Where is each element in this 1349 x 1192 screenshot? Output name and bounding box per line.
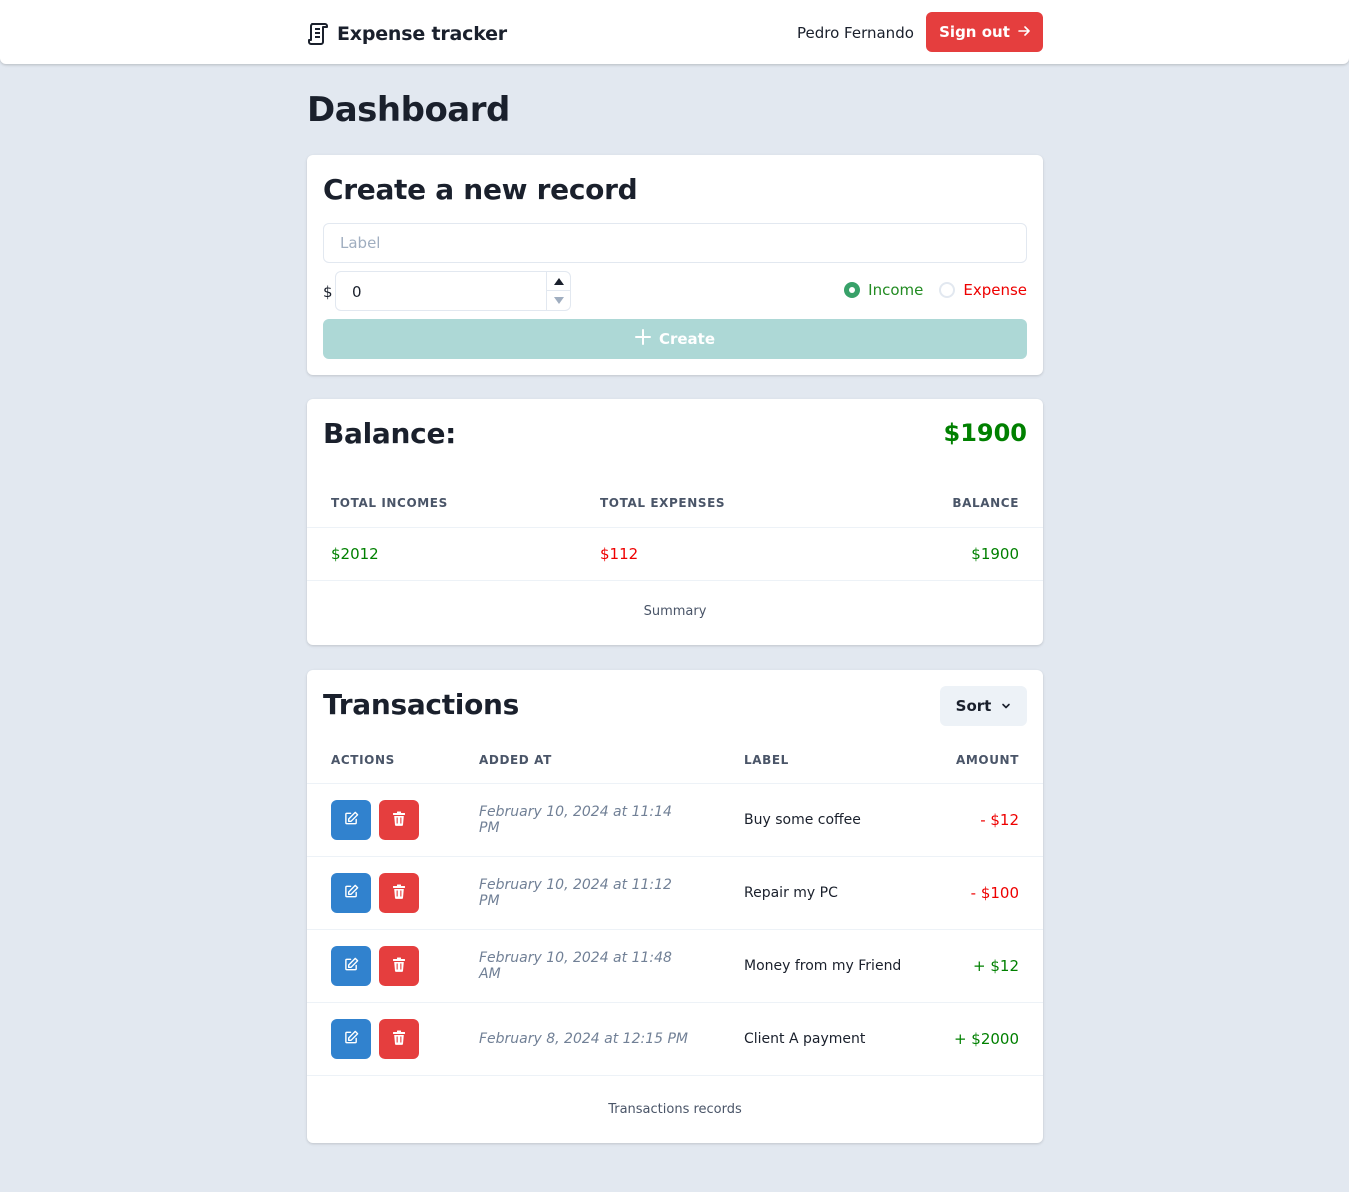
triangle-up-icon	[554, 277, 564, 285]
header-actions: Actions	[307, 738, 455, 784]
top-navbar: Expense tracker Pedro Fernando Sign out	[0, 0, 1349, 64]
amount-input[interactable]: 0	[335, 271, 571, 311]
balance-value: $1900	[943, 419, 1028, 447]
transactions-card: Transactions Sort Actions Added at Label…	[307, 670, 1043, 1143]
header-total-expenses: Total expenses	[576, 479, 857, 528]
header-added-at: Added at	[455, 738, 720, 784]
expense-radio-label[interactable]: Expense	[963, 281, 1027, 299]
page-title: Dashboard	[307, 90, 510, 130]
balance-card: Balance: $1900 Total incomes Total expen…	[307, 399, 1043, 645]
summary-table: Total incomes Total expenses Balance $20…	[307, 479, 1043, 581]
edit-button[interactable]	[331, 872, 371, 913]
record-type-radio-group: Income Expense	[844, 281, 1027, 299]
summary-balance-value: $1900	[856, 527, 1043, 581]
transaction-label: Client A payment	[720, 1002, 929, 1076]
delete-button[interactable]	[379, 799, 419, 840]
sign-out-label: Sign out	[939, 23, 1010, 41]
transaction-amount: + $12	[928, 929, 1043, 1003]
header-label: Label	[720, 738, 929, 784]
create-record-title: Create a new record	[323, 173, 638, 206]
plus-icon	[634, 329, 651, 349]
added-at: February 10, 2024 at 11:12 PM	[455, 856, 720, 930]
sort-menu-button[interactable]: Sort	[940, 686, 1027, 726]
transaction-label: Buy some coffee	[720, 783, 929, 857]
added-at: February 10, 2024 at 11:14 PM	[455, 783, 720, 857]
summary-header-row: Total incomes Total expenses Balance	[307, 479, 1043, 528]
delete-button[interactable]	[379, 872, 419, 913]
triangle-down-icon	[554, 297, 564, 304]
row-actions	[331, 784, 431, 856]
table-row: February 10, 2024 at 11:14 PM Buy some c…	[307, 783, 1043, 857]
row-actions	[331, 857, 431, 929]
transactions-header-row: Actions Added at Label Amount	[307, 738, 1043, 784]
amount-value: 0	[352, 283, 362, 301]
edit-icon	[344, 957, 359, 975]
balance-title: Balance:	[323, 417, 457, 450]
transaction-amount: + $2000	[928, 1002, 1043, 1076]
income-radio[interactable]	[844, 282, 861, 298]
transactions-table: Actions Added at Label Amount February 1…	[307, 738, 1043, 1076]
table-row: February 10, 2024 at 11:48 AM Money from…	[307, 929, 1043, 1003]
header-balance: Balance	[856, 479, 1043, 528]
edit-icon	[344, 811, 359, 829]
edit-button[interactable]	[331, 1018, 371, 1059]
arrow-right-icon	[1018, 23, 1030, 41]
edit-button[interactable]	[331, 945, 371, 986]
table-row: February 8, 2024 at 12:15 PM Client A pa…	[307, 1002, 1043, 1076]
transactions-title: Transactions	[323, 688, 520, 721]
summary-row: $2012 $112 $1900	[307, 527, 1043, 581]
transaction-amount: - $12	[928, 783, 1043, 857]
app-title: Expense tracker	[337, 23, 507, 45]
brand: Expense tracker	[307, 20, 507, 48]
income-radio-label[interactable]: Income	[868, 281, 923, 299]
trash-icon	[392, 811, 406, 829]
amount-stepper	[546, 272, 571, 310]
sort-label: Sort	[955, 697, 992, 715]
header-total-incomes: Total incomes	[307, 479, 576, 528]
transaction-amount: - $100	[928, 856, 1043, 930]
create-record-card: Create a new record $ 0 Income Expense C…	[307, 155, 1043, 375]
added-at: February 10, 2024 at 11:48 AM	[455, 929, 720, 1003]
header-amount: Amount	[928, 738, 1043, 784]
transactions-caption: Transactions records	[608, 1102, 742, 1117]
edit-icon	[344, 884, 359, 902]
table-row: February 10, 2024 at 11:12 PM Repair my …	[307, 856, 1043, 930]
create-button[interactable]: Create	[323, 319, 1027, 359]
expense-radio[interactable]	[939, 282, 956, 298]
delete-button[interactable]	[379, 945, 419, 986]
sign-out-button[interactable]: Sign out	[926, 12, 1043, 52]
create-button-label: Create	[658, 330, 716, 348]
row-actions	[331, 1003, 431, 1075]
delete-button[interactable]	[379, 1018, 419, 1059]
label-input[interactable]	[323, 223, 1027, 263]
currency-symbol: $	[323, 283, 333, 301]
summary-caption: Summary	[643, 604, 707, 619]
increment-button[interactable]	[547, 272, 571, 291]
trash-icon	[392, 957, 406, 975]
decrement-button[interactable]	[547, 291, 571, 310]
total-incomes-value: $2012	[307, 527, 576, 581]
total-expenses-value: $112	[576, 527, 857, 581]
edit-button[interactable]	[331, 799, 371, 840]
transaction-label: Money from my Friend	[720, 929, 929, 1003]
trash-icon	[392, 884, 406, 902]
receipt-icon	[307, 22, 329, 46]
edit-icon	[344, 1030, 359, 1048]
trash-icon	[392, 1030, 406, 1048]
chevron-down-icon	[1001, 697, 1011, 715]
user-name: Pedro Fernando	[797, 24, 914, 42]
added-at: February 8, 2024 at 12:15 PM	[455, 1002, 720, 1076]
transaction-label: Repair my PC	[720, 856, 929, 930]
row-actions	[331, 930, 431, 1002]
